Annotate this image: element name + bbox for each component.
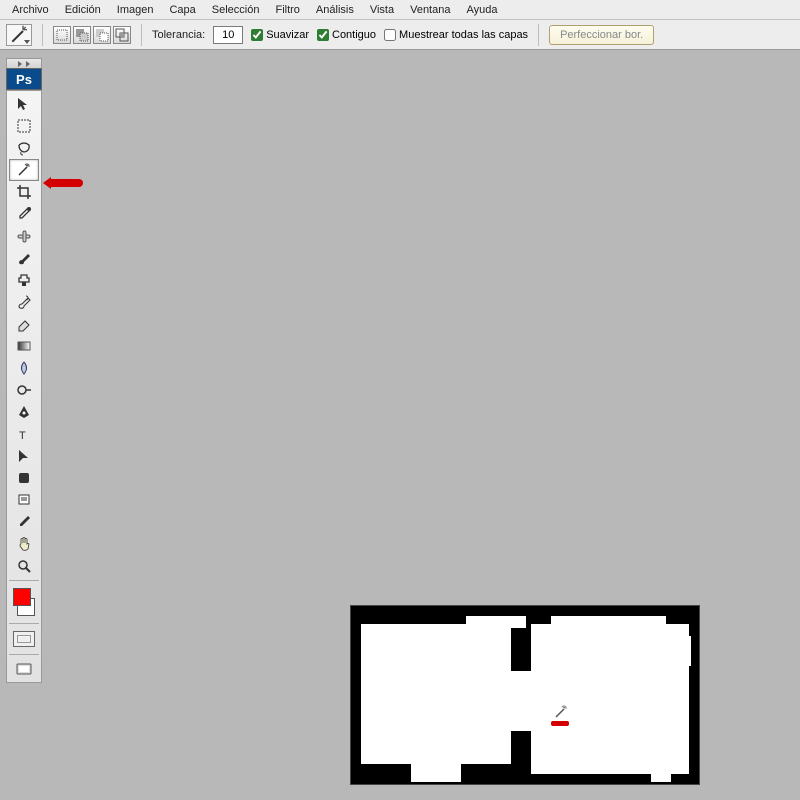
notes-tool[interactable] bbox=[9, 489, 39, 511]
toolbox-collapse-handle[interactable] bbox=[6, 58, 42, 68]
hand-tool[interactable] bbox=[9, 533, 39, 555]
color-sampler-tool[interactable] bbox=[9, 511, 39, 533]
annotation-arrow bbox=[47, 179, 83, 187]
menu-capa[interactable]: Capa bbox=[161, 2, 203, 18]
dodge-tool[interactable] bbox=[9, 379, 39, 401]
lasso-tool[interactable] bbox=[9, 137, 39, 159]
antialias-checkbox[interactable]: Suavizar bbox=[251, 29, 309, 41]
blur-tool[interactable] bbox=[9, 357, 39, 379]
tolerance-label: Tolerancia: bbox=[152, 29, 205, 41]
tolerance-input[interactable] bbox=[213, 26, 243, 44]
selection-add-button[interactable] bbox=[73, 26, 91, 44]
antialias-label: Suavizar bbox=[266, 29, 309, 41]
eraser-tool[interactable] bbox=[9, 313, 39, 335]
sample-all-label: Muestrear todas las capas bbox=[399, 29, 528, 41]
menu-imagen[interactable]: Imagen bbox=[109, 2, 162, 18]
sample-all-checkbox[interactable]: Muestrear todas las capas bbox=[384, 29, 528, 41]
menu-archivo[interactable]: Archivo bbox=[4, 2, 57, 18]
brush-tool[interactable] bbox=[9, 247, 39, 269]
refine-edge-button[interactable]: Perfeccionar bor. bbox=[549, 25, 654, 45]
menu-filtro[interactable]: Filtro bbox=[267, 2, 307, 18]
contiguous-check-input[interactable] bbox=[317, 29, 329, 41]
selection-mode-buttons bbox=[53, 26, 131, 44]
document-canvas[interactable] bbox=[350, 605, 700, 785]
eyedropper-tool[interactable] bbox=[9, 203, 39, 225]
menu-analisis[interactable]: Análisis bbox=[308, 2, 362, 18]
gradient-tool[interactable] bbox=[9, 335, 39, 357]
contiguous-label: Contiguo bbox=[332, 29, 376, 41]
sample-all-check-input[interactable] bbox=[384, 29, 396, 41]
svg-text:T: T bbox=[19, 430, 26, 442]
main-menu-bar: Archivo Edición Imagen Capa Selección Fi… bbox=[0, 0, 800, 20]
pen-tool[interactable] bbox=[9, 401, 39, 423]
contiguous-checkbox[interactable]: Contiguo bbox=[317, 29, 376, 41]
quick-mask-toggle[interactable] bbox=[9, 627, 39, 651]
screen-mode-button[interactable] bbox=[9, 658, 39, 680]
type-tool[interactable]: T bbox=[9, 423, 39, 445]
move-tool[interactable] bbox=[9, 93, 39, 115]
selection-intersect-button[interactable] bbox=[113, 26, 131, 44]
marquee-tool[interactable] bbox=[9, 115, 39, 137]
shape-tool[interactable] bbox=[9, 467, 39, 489]
clone-stamp-tool[interactable] bbox=[9, 269, 39, 291]
menu-ventana[interactable]: Ventana bbox=[402, 2, 458, 18]
magic-wand-tool[interactable] bbox=[9, 159, 39, 181]
foreground-color-swatch[interactable] bbox=[13, 588, 31, 606]
crop-tool[interactable] bbox=[9, 181, 39, 203]
selection-new-button[interactable] bbox=[53, 26, 71, 44]
current-tool-preset[interactable] bbox=[6, 24, 32, 46]
menu-ayuda[interactable]: Ayuda bbox=[458, 2, 505, 18]
color-swatches[interactable] bbox=[11, 586, 37, 618]
menu-edicion[interactable]: Edición bbox=[57, 2, 109, 18]
options-bar: Tolerancia: Suavizar Contiguo Muestrear … bbox=[0, 20, 800, 50]
annotation-mark bbox=[551, 721, 569, 726]
menu-seleccion[interactable]: Selección bbox=[204, 2, 268, 18]
selection-subtract-button[interactable] bbox=[93, 26, 111, 44]
path-selection-tool[interactable] bbox=[9, 445, 39, 467]
healing-brush-tool[interactable] bbox=[9, 225, 39, 247]
zoom-tool[interactable] bbox=[9, 555, 39, 577]
toolbox-panel: Ps T bbox=[6, 58, 42, 683]
photoshop-logo: Ps bbox=[6, 68, 42, 90]
antialias-check-input[interactable] bbox=[251, 29, 263, 41]
history-brush-tool[interactable] bbox=[9, 291, 39, 313]
wand-cursor-icon bbox=[554, 701, 572, 719]
menu-vista[interactable]: Vista bbox=[362, 2, 402, 18]
